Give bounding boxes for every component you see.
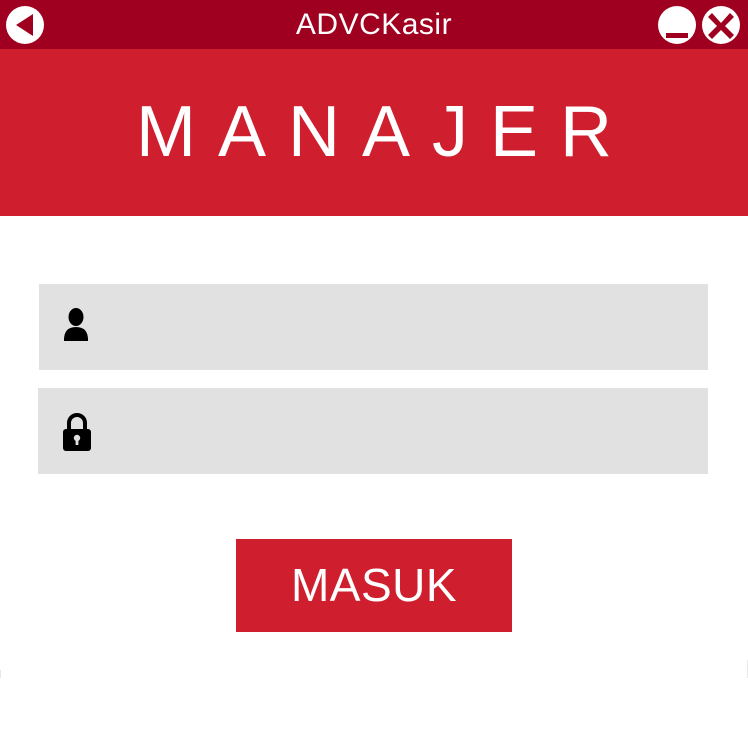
- password-field[interactable]: [38, 388, 708, 474]
- close-icon: [708, 13, 734, 39]
- header-banner: MANAJER: [0, 49, 748, 216]
- back-button[interactable]: [6, 6, 44, 44]
- window-title: ADVCKasir: [295, 8, 453, 41]
- minimize-button[interactable]: [658, 6, 696, 44]
- password-input[interactable]: [118, 398, 692, 466]
- back-arrow-icon: [16, 14, 33, 36]
- username-input[interactable]: [119, 294, 693, 362]
- login-window: ADVCKasir MANAJER MASUK: [0, 0, 748, 736]
- minimize-icon: [666, 33, 688, 38]
- username-field[interactable]: [39, 284, 708, 370]
- lock-icon: [63, 413, 91, 451]
- close-button[interactable]: [702, 6, 740, 44]
- page-title: MANAJER: [135, 92, 635, 172]
- login-button[interactable]: MASUK: [236, 539, 512, 632]
- user-icon: [64, 308, 88, 341]
- window-edge-left: [0, 670, 1, 678]
- title-bar: ADVCKasir: [0, 0, 748, 49]
